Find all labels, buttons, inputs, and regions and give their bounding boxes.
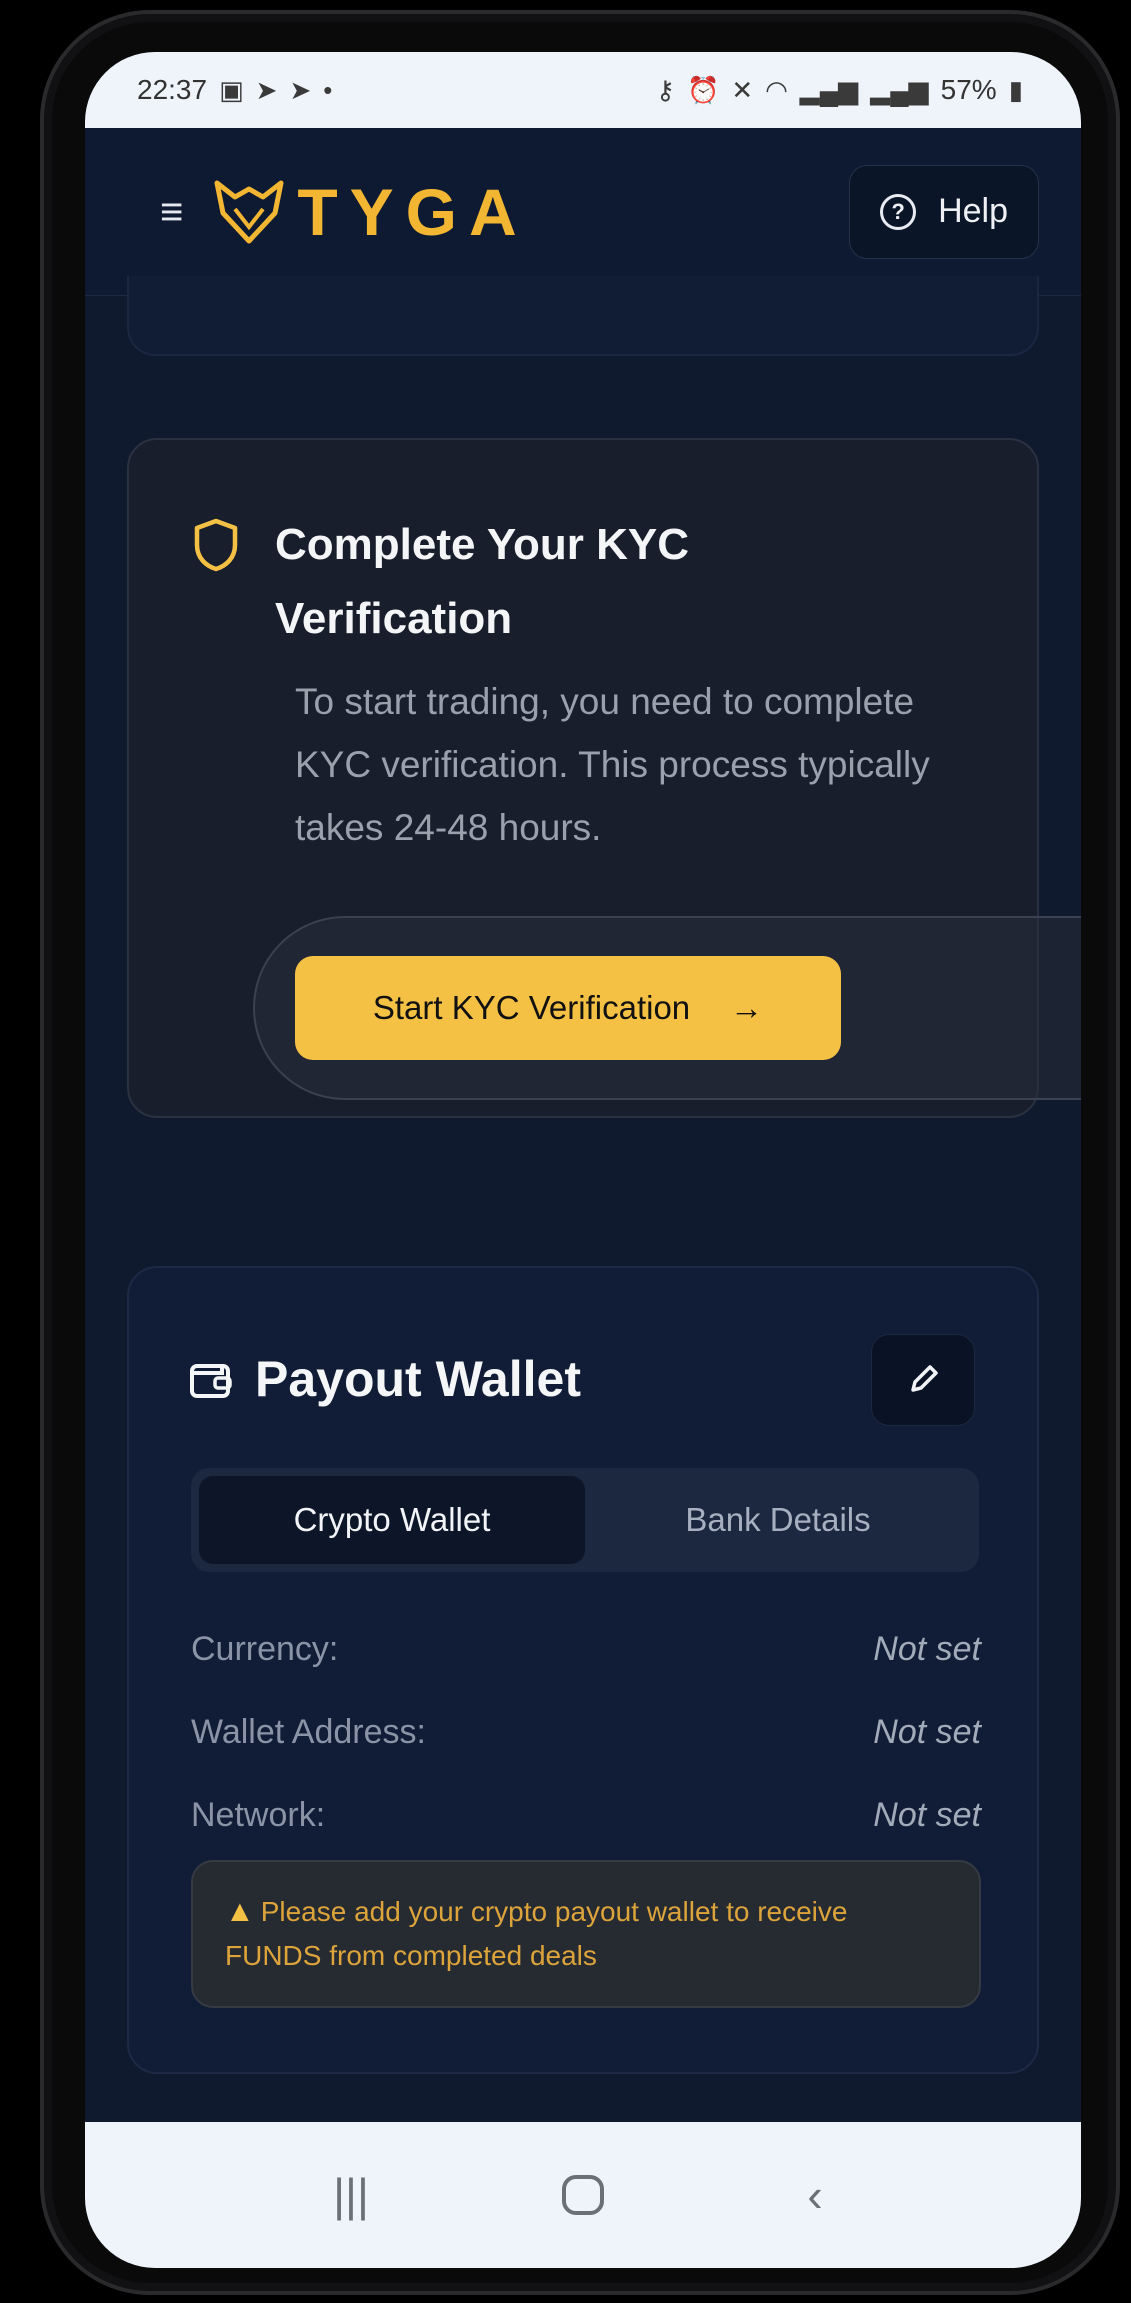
dot-icon: • — [323, 74, 333, 105]
question-icon: ? — [880, 193, 917, 230]
wallet-tabs: Crypto Wallet Bank Details — [191, 1468, 979, 1572]
wallet-details: Currency: Not set Wallet Address: Not se… — [191, 1608, 981, 1857]
back-icon[interactable]: ‹ — [765, 2155, 865, 2235]
brand: ≡ TYGA — [160, 174, 529, 250]
brand-name: TYGA — [297, 174, 529, 249]
signal-icon: ▂▄▆ — [799, 74, 859, 105]
payout-wallet-card: Payout Wallet Crypto Wallet Bank Details… — [127, 1266, 1039, 2074]
battery-level: 57% — [940, 74, 997, 105]
detail-row-currency: Currency: Not set — [191, 1608, 981, 1691]
logo[interactable]: TYGA — [211, 174, 528, 250]
main-content: Complete Your KYC Verification To start … — [85, 276, 1081, 2196]
tab-crypto-wallet[interactable]: Crypto Wallet — [199, 1476, 585, 1564]
row-value: Not set — [873, 1796, 981, 1834]
start-kyc-label: Start KYC Verification — [372, 989, 691, 1026]
wallet-header: Payout Wallet — [189, 1350, 581, 1408]
recent-apps-icon[interactable]: ||| — [301, 2155, 401, 2235]
edit-wallet-button[interactable] — [871, 1334, 975, 1426]
app-screen: 22:37 ▣ ➤ ➤ • ⚷ ⏰ ✕ ◠ ▂▄▆ ▂▄▆ 57% ▮ ≡ TY — [85, 52, 1081, 2268]
detail-row-network: Network: Not set — [191, 1774, 981, 1857]
row-label: Currency: — [191, 1630, 339, 1668]
system-nav-bar: ||| ‹ — [85, 2122, 1081, 2268]
row-value: Not set — [873, 1630, 981, 1668]
tiger-logo-icon — [214, 180, 284, 243]
telegram-icon: ➤ — [255, 74, 278, 105]
kyc-card: Complete Your KYC Verification To start … — [127, 438, 1081, 1118]
image-icon: ▣ — [219, 74, 244, 105]
status-bar: 22:37 ▣ ➤ ➤ • ⚷ ⏰ ✕ ◠ ▂▄▆ ▂▄▆ 57% ▮ — [85, 52, 1081, 128]
wallet-icon — [190, 1364, 232, 1398]
menu-icon[interactable]: ≡ — [160, 192, 183, 232]
wifi-icon: ◠ — [765, 74, 788, 105]
row-label: Wallet Address: — [191, 1713, 426, 1751]
row-value: Not set — [873, 1713, 981, 1751]
warning-text: Please add your crypto payout wallet to … — [225, 1896, 848, 1971]
help-label: Help — [938, 192, 1008, 230]
start-kyc-button[interactable]: Start KYC Verification → — [295, 956, 841, 1060]
status-time: 22:37 — [137, 74, 208, 105]
pencil-icon — [911, 1365, 938, 1392]
row-label: Network: — [191, 1796, 326, 1834]
mute-icon: ✕ — [731, 74, 754, 105]
kyc-button-overlay: Start KYC Verification → C — [253, 916, 1081, 1100]
help-button[interactable]: ? Help — [849, 164, 1039, 259]
key-icon: ⚷ — [655, 74, 675, 105]
arrow-right-icon: → — [730, 989, 764, 1026]
previous-card — [127, 276, 1039, 356]
app-header: ≡ TYGA ? Help — [85, 128, 1081, 296]
home-icon[interactable] — [533, 2155, 633, 2235]
detail-row-wallet-address: Wallet Address: Not set — [191, 1691, 981, 1774]
kyc-title: Complete Your KYC Verification — [275, 520, 689, 643]
wallet-title: Payout Wallet — [255, 1351, 581, 1407]
wallet-warning: ▲ Please add your crypto payout wallet to… — [191, 1860, 981, 2008]
warning-icon: ▲ — [225, 1895, 255, 1928]
alarm-icon: ⏰ — [686, 74, 720, 105]
shield-icon — [194, 518, 238, 572]
kyc-description: To start trading, you need to complete K… — [295, 681, 930, 848]
battery-icon: ▮ — [1008, 74, 1023, 105]
telegram-icon: ➤ — [289, 74, 312, 105]
tab-bank-details[interactable]: Bank Details — [585, 1476, 971, 1564]
signal-icon: ▂▄▆ — [870, 74, 929, 105]
kyc-header: Complete Your KYC Verification — [193, 508, 835, 656]
